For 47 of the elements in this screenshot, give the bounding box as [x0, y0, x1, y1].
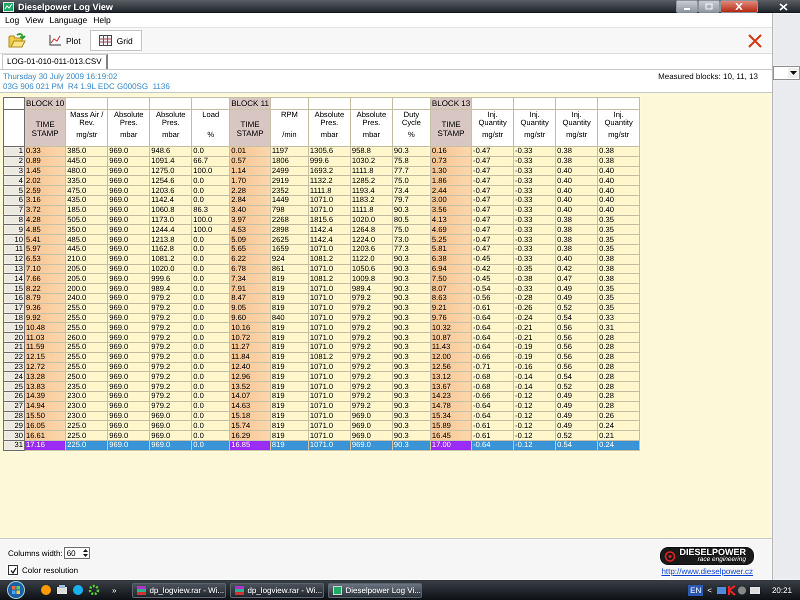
block-label: BLOCK 10	[24, 98, 66, 110]
block-label: BLOCK 13	[430, 98, 472, 110]
grid-button[interactable]: Grid	[90, 30, 142, 51]
grid-icon	[98, 35, 112, 46]
taskbar-button[interactable]: Dieselpower Log Vi...	[328, 582, 422, 598]
measured-blocks: Measured blocks: 10, 11, 13	[658, 72, 758, 92]
maximize-button[interactable]	[698, 0, 720, 13]
tray-expand-button[interactable]: <	[707, 586, 712, 594]
maximize-icon	[705, 3, 713, 10]
columns-width-spinner[interactable]: 60	[64, 547, 90, 559]
dropdown-arrow-icon	[790, 71, 797, 75]
column-header[interactable]: TIME STAMP	[24, 110, 66, 146]
menu-item[interactable]: Log	[2, 15, 22, 25]
column-header[interactable]: TIME STAMP	[430, 110, 472, 146]
window-title: Dieselpower Log View	[18, 2, 113, 12]
app-icon	[333, 586, 342, 594]
taskbar-button[interactable]: dp_logview.rar - Wi...	[132, 582, 226, 598]
open-folder-icon[interactable]	[8, 32, 26, 49]
block-label: BLOCK 11	[230, 98, 270, 110]
close-button[interactable]	[720, 0, 758, 13]
start-button[interactable]	[6, 581, 26, 599]
minimize-button[interactable]	[676, 0, 698, 13]
archive-icon	[235, 586, 244, 594]
checkbox-label: Color resolution	[22, 566, 78, 574]
log-date: Thursday 30 July 2009 16:19:02	[3, 72, 118, 81]
menu-item[interactable]: View	[22, 15, 46, 25]
more-button[interactable]: »	[112, 586, 116, 594]
close-icon	[778, 2, 788, 10]
tray-icons-drawing	[716, 584, 762, 596]
archive-icon	[137, 586, 146, 594]
columns-width-label: Columns width:	[8, 548, 63, 558]
close-icon[interactable]	[748, 34, 762, 48]
dropdown[interactable]	[773, 66, 800, 80]
clock: 20:21	[772, 586, 792, 594]
close-icon	[735, 3, 743, 10]
website-link[interactable]: http://www.dieselpower.cz	[661, 567, 754, 576]
plot-button[interactable]: Plot	[40, 30, 90, 51]
menu-item[interactable]: Help	[90, 15, 114, 25]
language-indicator[interactable]: EN	[688, 584, 704, 596]
circle-icon[interactable]	[40, 584, 52, 596]
column-header[interactable]: TIME STAMP	[230, 110, 270, 146]
ecu-info: 03G 906 021 PM R4 1.9L EDC G000SG 1136	[3, 82, 170, 91]
chart-icon	[49, 35, 61, 46]
taskbar-button[interactable]: dp_logview.rar - Wi...	[230, 582, 324, 598]
file-tab[interactable]: LOG-01-010-011-013.CSV	[2, 54, 108, 69]
menu-item[interactable]: Language	[46, 15, 90, 25]
checkbox[interactable]	[8, 565, 18, 575]
